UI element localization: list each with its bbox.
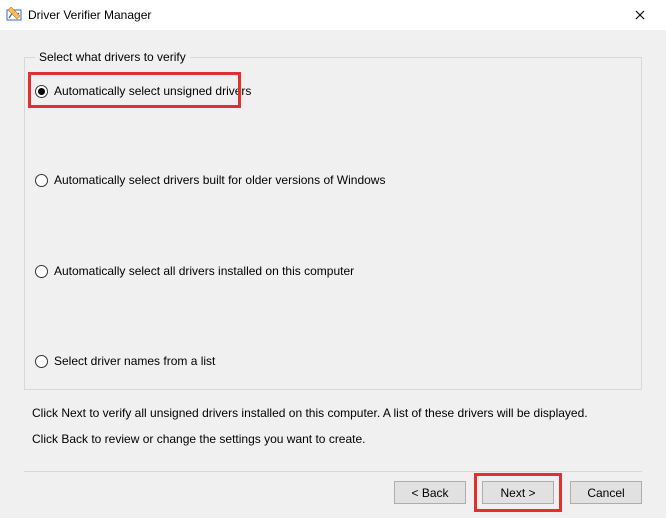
button-row: < Back Next > Cancel	[394, 473, 642, 512]
radio-select-from-list[interactable]: Select driver names from a list	[35, 354, 215, 368]
radio-icon	[35, 174, 48, 187]
app-icon	[6, 7, 22, 23]
close-button[interactable]	[620, 0, 660, 30]
group-legend: Select what drivers to verify	[35, 50, 190, 64]
next-button-highlight: Next >	[474, 473, 562, 512]
cancel-button-wrap: Cancel	[570, 481, 642, 504]
radio-icon	[35, 85, 48, 98]
radio-icon	[35, 265, 48, 278]
radio-all-drivers[interactable]: Automatically select all drivers install…	[35, 264, 354, 278]
help-line-1: Click Next to verify all unsigned driver…	[32, 400, 642, 426]
next-button[interactable]: Next >	[482, 481, 554, 504]
radio-unsigned-drivers[interactable]: Automatically select unsigned drivers	[35, 84, 251, 98]
radio-label: Automatically select unsigned drivers	[54, 84, 251, 98]
titlebar: Driver Verifier Manager	[0, 0, 666, 30]
radio-older-windows-drivers[interactable]: Automatically select drivers built for o…	[35, 173, 385, 187]
help-text: Click Next to verify all unsigned driver…	[32, 400, 642, 453]
driver-select-group: Select what drivers to verify Automatica…	[24, 50, 642, 390]
radio-label: Select driver names from a list	[54, 354, 215, 368]
close-icon	[635, 10, 645, 20]
radio-icon	[35, 355, 48, 368]
radio-label: Automatically select all drivers install…	[54, 264, 354, 278]
cancel-button[interactable]: Cancel	[570, 481, 642, 504]
help-line-2: Click Back to review or change the setti…	[32, 426, 642, 452]
window-title: Driver Verifier Manager	[28, 8, 620, 22]
radio-label: Automatically select drivers built for o…	[54, 173, 385, 187]
back-button-wrap: < Back	[394, 481, 466, 504]
back-button[interactable]: < Back	[394, 481, 466, 504]
separator	[24, 471, 642, 472]
client-area: Select what drivers to verify Automatica…	[0, 30, 666, 518]
